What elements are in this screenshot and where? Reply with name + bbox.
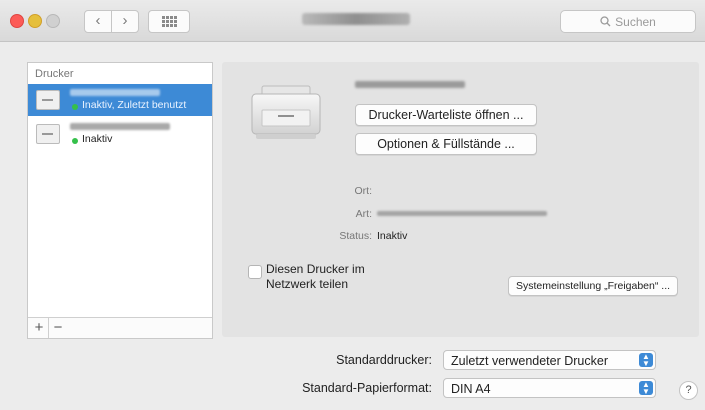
back-button[interactable]: ‹ — [84, 10, 112, 33]
paper-size-value: DIN A4 — [451, 382, 491, 396]
printer-name-blurred — [70, 89, 160, 96]
default-printer-value: Zuletzt verwendeter Drucker — [451, 354, 609, 368]
default-printer-select[interactable]: Zuletzt verwendeter Drucker ▲ ▼ — [443, 350, 656, 370]
search-placeholder: Suchen — [615, 14, 656, 29]
select-arrows-icon: ▲ ▼ — [639, 353, 653, 368]
status-dot-icon — [72, 138, 78, 144]
open-print-queue-button[interactable]: Drucker-Warteliste öffnen ... — [355, 104, 537, 126]
printer-icon — [36, 124, 60, 144]
sharing-preferences-button[interactable]: Systemeinstellung „Freigaben“ ... — [508, 276, 678, 296]
grid-icon — [161, 16, 177, 27]
status-dot-icon — [72, 104, 78, 110]
default-printer-label: Standarddrucker: — [336, 353, 432, 367]
status-label: Status: — [339, 230, 372, 242]
printer-name-blurred — [355, 81, 465, 88]
list-footer: + − — [28, 317, 212, 338]
printer-name-blurred — [70, 123, 170, 130]
printer-detail-panel: Drucker-Warteliste öffnen ... Optionen &… — [222, 62, 699, 337]
kind-label: Art: — [355, 208, 372, 220]
help-button[interactable]: ? — [679, 381, 698, 400]
forward-button[interactable]: › — [111, 10, 139, 33]
select-arrows-icon: ▲ ▼ — [639, 381, 653, 396]
printer-icon — [36, 90, 60, 110]
printer-list-header: Drucker — [35, 68, 74, 80]
location-label: Ort: — [354, 185, 373, 197]
printer-status: Inaktiv — [82, 133, 113, 145]
title-bar: ‹ › Suchen — [0, 0, 705, 42]
search-icon — [600, 16, 611, 27]
show-all-button[interactable] — [148, 10, 190, 33]
printer-icon-large — [251, 85, 321, 139]
kind-value-blurred — [377, 211, 547, 216]
search-field[interactable]: Suchen — [560, 10, 696, 33]
close-window-button[interactable] — [10, 14, 24, 28]
remove-printer-button[interactable]: − — [48, 318, 67, 338]
zoom-window-button[interactable] — [46, 14, 60, 28]
paper-size-label: Standard-Papierformat: — [302, 381, 432, 395]
paper-size-select[interactable]: DIN A4 ▲ ▼ — [443, 378, 656, 398]
printer-list: Drucker Inaktiv, Zuletzt benutzt Inaktiv… — [27, 62, 213, 339]
printer-list-item-selected[interactable]: Inaktiv, Zuletzt benutzt — [28, 84, 212, 116]
minimize-window-button[interactable] — [28, 14, 42, 28]
add-printer-button[interactable]: + — [30, 318, 48, 338]
printer-list-item[interactable]: Inaktiv — [28, 118, 212, 150]
window-title-blurred — [302, 13, 410, 25]
share-printer-checkbox[interactable] — [248, 265, 262, 279]
options-supplies-button[interactable]: Optionen & Füllstände ... — [355, 133, 537, 155]
share-printer-label: Diesen Drucker im Netzwerk teilen — [266, 262, 365, 291]
printer-status: Inaktiv, Zuletzt benutzt — [82, 99, 187, 111]
status-value: Inaktiv — [377, 230, 408, 242]
